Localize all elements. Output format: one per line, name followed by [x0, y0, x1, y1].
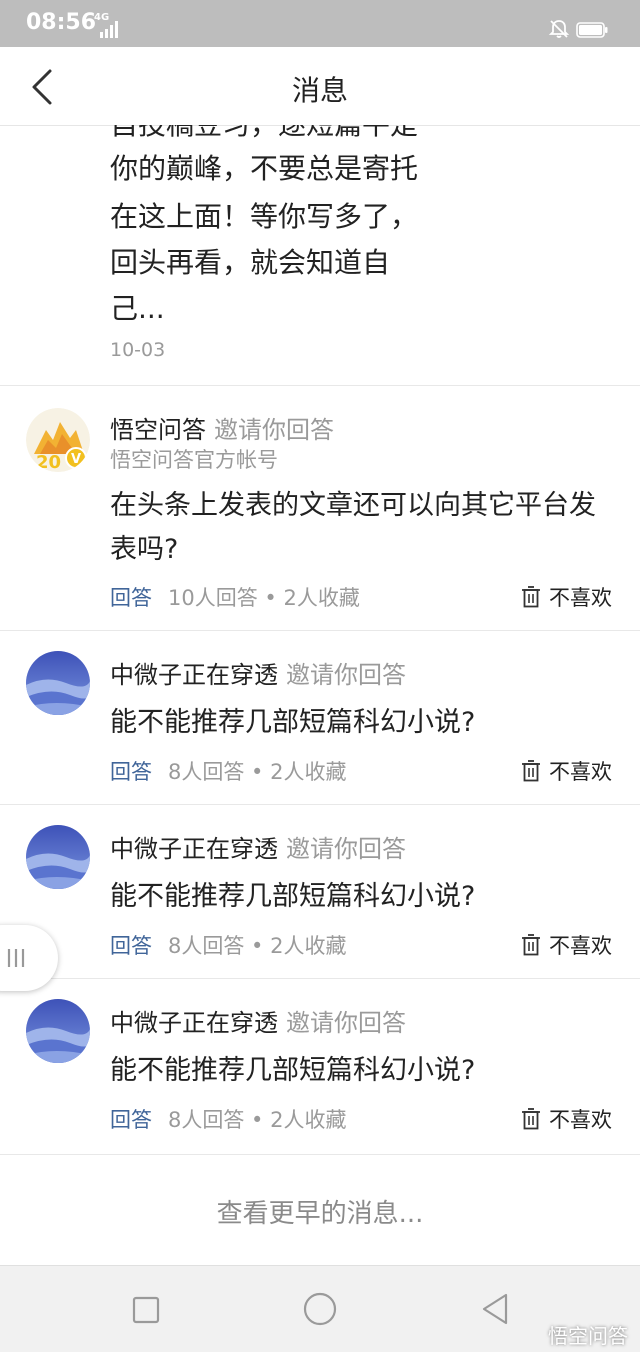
dislike-label: 不喜欢 [549, 934, 612, 958]
sender-name[interactable]: 中微子正在穿透 [110, 1009, 278, 1037]
message-text-line: 己... [110, 292, 165, 325]
answer-stats: 8人回答 • 2人收藏 [168, 934, 347, 958]
invite-text: 邀请你回答 [286, 835, 406, 863]
trash-icon [522, 760, 540, 782]
answer-link[interactable]: 回答 [110, 760, 152, 784]
desert-dunes-avatar-icon [26, 825, 90, 889]
sender-line: 中微子正在穿透 邀请你回答 [110, 1003, 406, 1038]
dislike-label: 不喜欢 [549, 1108, 612, 1132]
answer-link[interactable]: 回答 [110, 1108, 152, 1132]
question-text[interactable]: 能不能推荐几部短篇科幻小说? [110, 875, 620, 919]
bell-muted-icon [548, 20, 570, 38]
sender-line: 中微子正在穿透 邀请你回答 [110, 655, 406, 690]
trash-icon [522, 586, 540, 608]
message-item[interactable]: 20 V 悟空问答 邀请你回答 悟空问答官方帐号 在头条上发表的文章还可以向其它平… [0, 386, 640, 631]
answer-stats: 10人回答 • 2人收藏 [168, 586, 360, 610]
message-item[interactable]: 中微子正在穿透 邀请你回答 能不能推荐几部短篇科幻小说? 回答 8人回答 • 2人收… [0, 805, 640, 979]
status-time: 08:56 [26, 10, 97, 35]
load-more-messages[interactable]: 查看更早的消息... [0, 1155, 640, 1263]
invite-text: 邀请你回答 [286, 661, 406, 689]
load-more-label: 查看更早的消息... [216, 1199, 424, 1229]
answer-link[interactable]: 回答 [110, 934, 152, 958]
question-meta: 回答 10人回答 • 2人收藏 [110, 582, 360, 612]
question-text[interactable]: 能不能推荐几部短篇科幻小说? [110, 701, 620, 745]
answer-stats: 8人回答 • 2人收藏 [168, 1108, 347, 1132]
partial-message-item[interactable]: 自投稿豆习，逐短篇平是 你的巅峰，不要总是寄托 在这上面！等你写多了， 回头再看… [0, 125, 640, 386]
message-text-line: 你的巅峰，不要总是寄托 [110, 152, 419, 185]
answer-link[interactable]: 回答 [110, 586, 152, 610]
question-meta: 回答 8人回答 • 2人收藏 [110, 1104, 346, 1134]
dislike-label: 不喜欢 [549, 586, 612, 610]
sender-line: 悟空问答 邀请你回答 [110, 410, 334, 445]
invite-text: 邀请你回答 [214, 416, 334, 444]
message-item[interactable]: 中微子正在穿透 邀请你回答 能不能推荐几部短篇科幻小说? 回答 8人回答 • 2人收… [0, 979, 640, 1155]
question-meta: 回答 8人回答 • 2人收藏 [110, 930, 346, 960]
invite-text: 邀请你回答 [286, 1009, 406, 1037]
wukong-logo-icon: 20 V [26, 408, 90, 472]
avatar[interactable] [26, 651, 90, 715]
message-text-line: 回头再看，就会知道自 [110, 246, 391, 279]
message-date: 10-03 [110, 339, 166, 361]
question-text[interactable]: 在头条上发表的文章还可以向其它平台发表吗? [110, 484, 620, 572]
menu-lines-icon [7, 949, 25, 967]
trash-icon [522, 934, 540, 956]
nav-square-icon[interactable] [132, 1296, 160, 1324]
dislike-button[interactable]: 不喜欢 [521, 582, 612, 612]
answer-stats: 8人回答 • 2人收藏 [168, 760, 347, 784]
dislike-label: 不喜欢 [549, 760, 612, 784]
battery-icon [576, 22, 608, 38]
svg-text:20: 20 [36, 452, 61, 472]
signal-icon [100, 21, 118, 38]
avatar[interactable] [26, 825, 90, 889]
svg-text:V: V [71, 452, 81, 467]
avatar[interactable] [26, 999, 90, 1063]
avatar[interactable]: 20 V [26, 408, 90, 472]
sender-name[interactable]: 中微子正在穿透 [110, 835, 278, 863]
question-meta: 回答 8人回答 • 2人收藏 [110, 756, 346, 786]
trash-icon [522, 1108, 540, 1130]
nav-back-triangle-icon[interactable] [480, 1292, 510, 1326]
top-app-bar: 消息 [0, 47, 640, 126]
sender-name[interactable]: 中微子正在穿透 [110, 661, 278, 689]
nav-circle-icon[interactable] [303, 1292, 337, 1326]
question-text[interactable]: 能不能推荐几部短篇科幻小说? [110, 1049, 620, 1093]
watermark-logo: 悟空问答 [548, 1324, 628, 1348]
sender-description: 悟空问答官方帐号 [110, 448, 278, 472]
message-text-line: 在这上面！等你写多了， [110, 200, 419, 233]
status-bar: 08:56 4G [0, 0, 640, 47]
sender-line: 中微子正在穿透 邀请你回答 [110, 829, 406, 864]
desert-dunes-avatar-icon [26, 651, 90, 715]
page-title: 消息 [291, 74, 348, 107]
sender-name[interactable]: 悟空问答 [110, 416, 206, 444]
dislike-button[interactable]: 不喜欢 [521, 930, 612, 960]
message-item[interactable]: 中微子正在穿透 邀请你回答 能不能推荐几部短篇科幻小说? 回答 8人回答 • 2人收… [0, 631, 640, 805]
dislike-button[interactable]: 不喜欢 [521, 1104, 612, 1134]
desert-dunes-avatar-icon [26, 999, 90, 1063]
dislike-button[interactable]: 不喜欢 [521, 756, 612, 786]
system-nav-bar [0, 1265, 640, 1352]
message-text-line: 自投稿豆习，逐短篇平是 [110, 125, 418, 143]
